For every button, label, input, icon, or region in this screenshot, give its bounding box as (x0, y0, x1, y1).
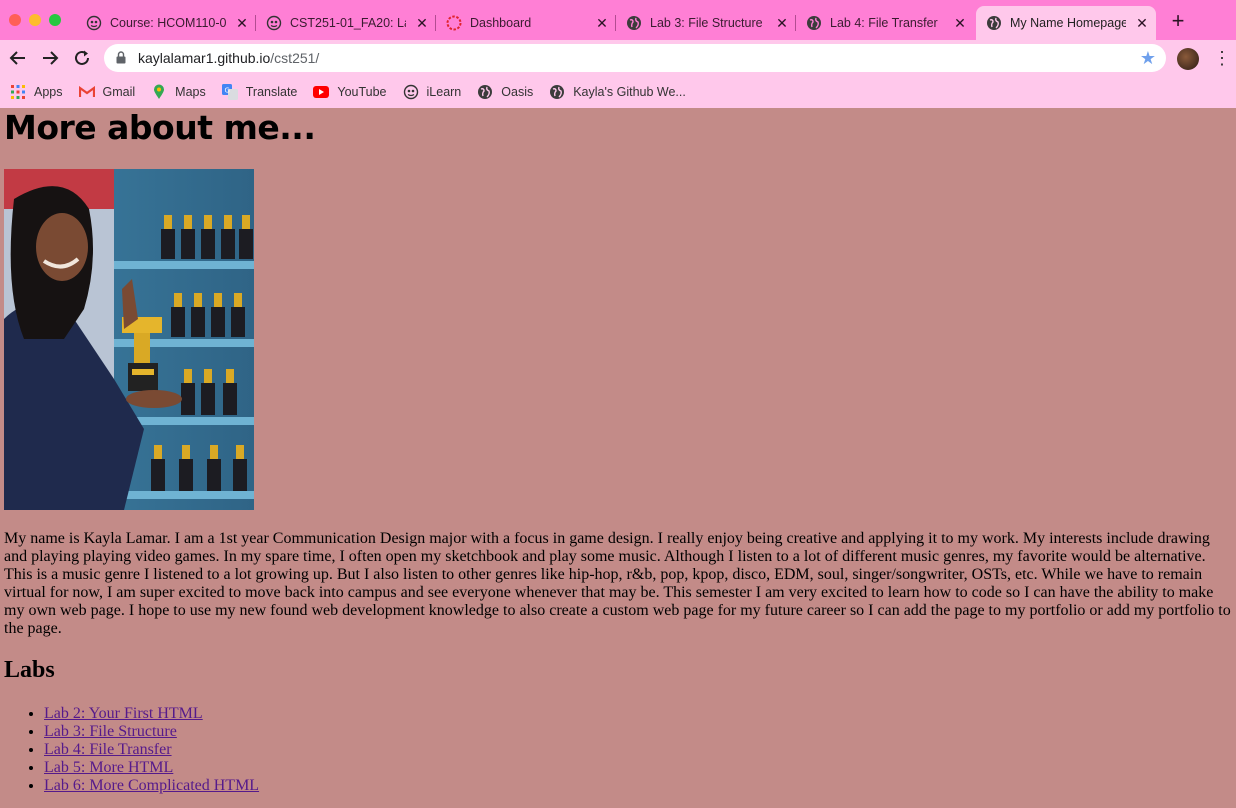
tab-label: Dashboard (470, 16, 532, 30)
close-tab-icon[interactable]: ✕ (952, 15, 968, 31)
page-heading: More about me... (4, 108, 316, 147)
close-window-button[interactable] (9, 14, 21, 26)
close-tab-icon[interactable]: ✕ (234, 15, 250, 31)
bookmarks-bar: Apps Gmail Maps G Translate YouTube iLea… (0, 76, 1236, 108)
dashboard-icon (446, 15, 462, 31)
browser-menu-icon[interactable]: ⋮ (1213, 48, 1231, 68)
globe-icon (806, 15, 822, 31)
ilearn-icon (86, 15, 102, 31)
ilearn-icon (403, 84, 419, 100)
list-item: Lab 2: Your First HTML (44, 705, 259, 723)
back-arrow-icon (9, 51, 25, 65)
bookmark-star-icon[interactable]: ★ (1140, 48, 1156, 68)
tab-label: My Name Homepage (1010, 16, 1126, 30)
list-item: Lab 6: More Complicated HTML (44, 777, 259, 795)
tab-strip: Course: HCOM110-0 ✕ CST251-01_FA20: La ✕… (0, 0, 1236, 40)
close-tab-icon[interactable]: ✕ (594, 15, 610, 31)
tab-lab4[interactable]: Lab 4: File Transfer ✕ (796, 6, 974, 40)
youtube-icon (313, 84, 330, 100)
bookmark-gmail[interactable]: Gmail (78, 84, 136, 100)
bookmark-apps[interactable]: Apps (10, 84, 63, 100)
labs-heading: Labs (4, 657, 55, 683)
lab-6-link[interactable]: Lab 6: More Complicated HTML (44, 777, 259, 794)
forward-button[interactable] (40, 48, 60, 68)
apps-grid-icon (10, 84, 26, 100)
tab-label: Course: HCOM110-0 (110, 16, 226, 30)
globe-icon (477, 84, 493, 100)
bookmark-label: Apps (34, 85, 63, 99)
forward-arrow-icon (43, 51, 59, 65)
new-tab-button[interactable]: + (1166, 10, 1190, 34)
profile-photo (4, 169, 254, 510)
url-host: kaylalamar1.github.io (138, 50, 271, 66)
back-button[interactable] (8, 48, 28, 68)
close-tab-icon[interactable]: ✕ (414, 15, 430, 31)
bookmark-youtube[interactable]: YouTube (313, 84, 387, 100)
address-bar[interactable]: kaylalamar1.github.io/cst251/ ★ (104, 44, 1166, 72)
tab-label: Lab 3: File Structure (650, 16, 763, 30)
tab-course-hcom110[interactable]: Course: HCOM110-0 ✕ (76, 6, 256, 40)
bio-paragraph: My name is Kayla Lamar. I am a 1st year … (4, 530, 1231, 637)
lab-5-link[interactable]: Lab 5: More HTML (44, 759, 173, 776)
reload-button[interactable] (72, 48, 92, 68)
tab-cst251[interactable]: CST251-01_FA20: La ✕ (256, 6, 436, 40)
profile-avatar[interactable] (1177, 48, 1199, 70)
lab-4-link[interactable]: Lab 4: File Transfer (44, 741, 172, 758)
gmail-icon (78, 84, 95, 100)
tab-dashboard[interactable]: Dashboard ✕ (436, 6, 616, 40)
svg-text:G: G (224, 87, 229, 95)
url-text: kaylalamar1.github.io/cst251/ (138, 50, 319, 66)
globe-icon (626, 15, 642, 31)
globe-icon (549, 84, 565, 100)
maps-pin-icon (151, 84, 167, 100)
list-item: Lab 3: File Structure (44, 723, 259, 741)
page-content: More about me... My name is Kayla Lamar.… (0, 108, 1236, 808)
list-item: Lab 4: File Transfer (44, 741, 259, 759)
tab-lab3[interactable]: Lab 3: File Structure ✕ (616, 6, 796, 40)
tab-label: Lab 4: File Transfer (830, 16, 938, 30)
tab-label: CST251-01_FA20: La (290, 16, 406, 30)
lock-icon[interactable] (116, 51, 126, 69)
close-tab-icon[interactable]: ✕ (774, 15, 790, 31)
bookmark-kaylas-github[interactable]: Kayla's Github We... (549, 84, 686, 100)
bookmark-oasis[interactable]: Oasis (477, 84, 533, 100)
zoom-window-button[interactable] (49, 14, 61, 26)
ilearn-icon (266, 15, 282, 31)
translate-icon: G (221, 84, 238, 100)
bookmark-label: Gmail (102, 85, 136, 99)
close-tab-icon[interactable]: ✕ (1134, 15, 1150, 31)
bookmark-ilearn[interactable]: iLearn (403, 84, 462, 100)
globe-icon (986, 15, 1002, 31)
list-item: Lab 5: More HTML (44, 759, 259, 777)
bookmark-label: Maps (175, 85, 206, 99)
bookmark-label: Translate (245, 85, 298, 99)
minimize-window-button[interactable] (29, 14, 41, 26)
reload-icon (75, 50, 89, 65)
lab-3-link[interactable]: Lab 3: File Structure (44, 723, 177, 740)
bookmark-label: YouTube (337, 85, 387, 99)
bookmark-maps[interactable]: Maps (151, 84, 206, 100)
lab-2-link[interactable]: Lab 2: Your First HTML (44, 705, 203, 722)
url-path: /cst251/ (270, 50, 320, 66)
browser-toolbar: kaylalamar1.github.io/cst251/ ★ (0, 40, 1236, 76)
bookmark-label: Kayla's Github We... (573, 85, 686, 99)
bookmark-label: Oasis (501, 85, 534, 99)
bookmark-label: iLearn (426, 85, 462, 99)
bookmark-translate[interactable]: G Translate (221, 84, 298, 100)
tab-my-name-homepage[interactable]: My Name Homepage ✕ (976, 6, 1156, 40)
labs-list: Lab 2: Your First HTML Lab 3: File Struc… (4, 705, 259, 795)
